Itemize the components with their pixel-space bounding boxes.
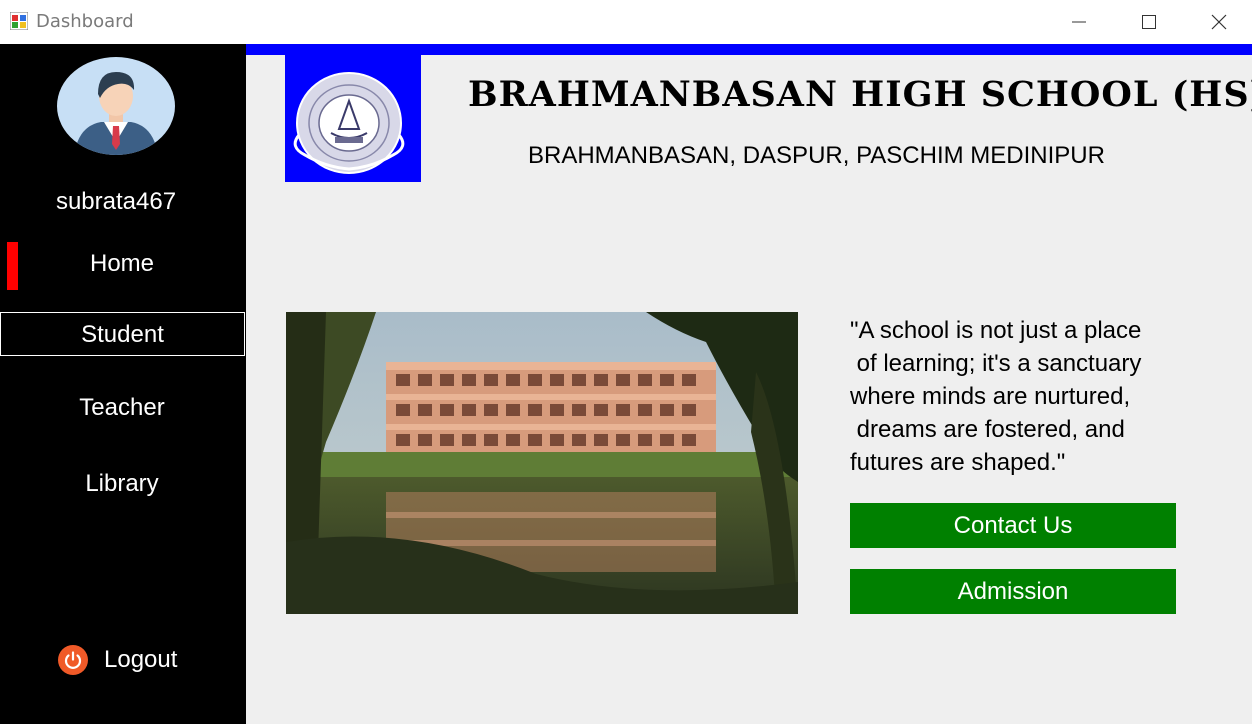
school-photo — [286, 312, 798, 614]
nav-item-teacher[interactable]: Teacher — [0, 386, 244, 430]
power-icon — [58, 645, 88, 675]
nav-item-teacher-label: Teacher — [79, 394, 165, 421]
school-emblem-icon — [293, 72, 405, 174]
maximize-button[interactable] — [1114, 0, 1184, 44]
app-icon — [10, 12, 28, 30]
nav-item-home-label: Home — [89, 250, 155, 277]
title-bar: Dashboard — [0, 0, 1252, 44]
admission-button[interactable]: Admission — [850, 569, 1176, 614]
logout-label: Logout — [104, 646, 178, 673]
sidebar: subrata467 Home Student Teacher Library … — [0, 44, 246, 724]
username-label: subrata467 — [55, 188, 177, 215]
header-stripe — [246, 44, 1252, 55]
user-avatar — [57, 57, 175, 155]
logout-button[interactable]: Logout — [58, 640, 177, 680]
school-logo — [285, 55, 421, 182]
nav-item-library-label: Library — [85, 470, 159, 497]
nav-item-student-label: Student — [81, 321, 164, 348]
school-name: BRAHMANBASAN HIGH SCHOOL (HS) — [468, 74, 1252, 115]
maximize-icon — [1142, 15, 1156, 29]
nav-item-home[interactable]: Home — [0, 240, 244, 290]
school-address: BRAHMANBASAN, DASPUR, PASCHIM MEDINIPUR — [528, 142, 1105, 169]
minimize-icon — [1072, 21, 1086, 23]
nav-item-student[interactable]: Student — [0, 312, 245, 356]
minimize-button[interactable] — [1044, 0, 1114, 44]
contact-us-button[interactable]: Contact Us — [850, 503, 1176, 548]
nav-item-library[interactable]: Library — [0, 462, 244, 506]
close-icon — [1211, 14, 1227, 30]
active-indicator — [7, 242, 18, 290]
school-building-image — [286, 312, 798, 614]
main-content: BRAHMANBASAN HIGH SCHOOL (HS) BRAHMANBAS… — [246, 44, 1252, 724]
close-button[interactable] — [1184, 0, 1252, 44]
school-quote: "A school is not just a place of learnin… — [850, 317, 1142, 476]
window-title: Dashboard — [36, 11, 134, 32]
